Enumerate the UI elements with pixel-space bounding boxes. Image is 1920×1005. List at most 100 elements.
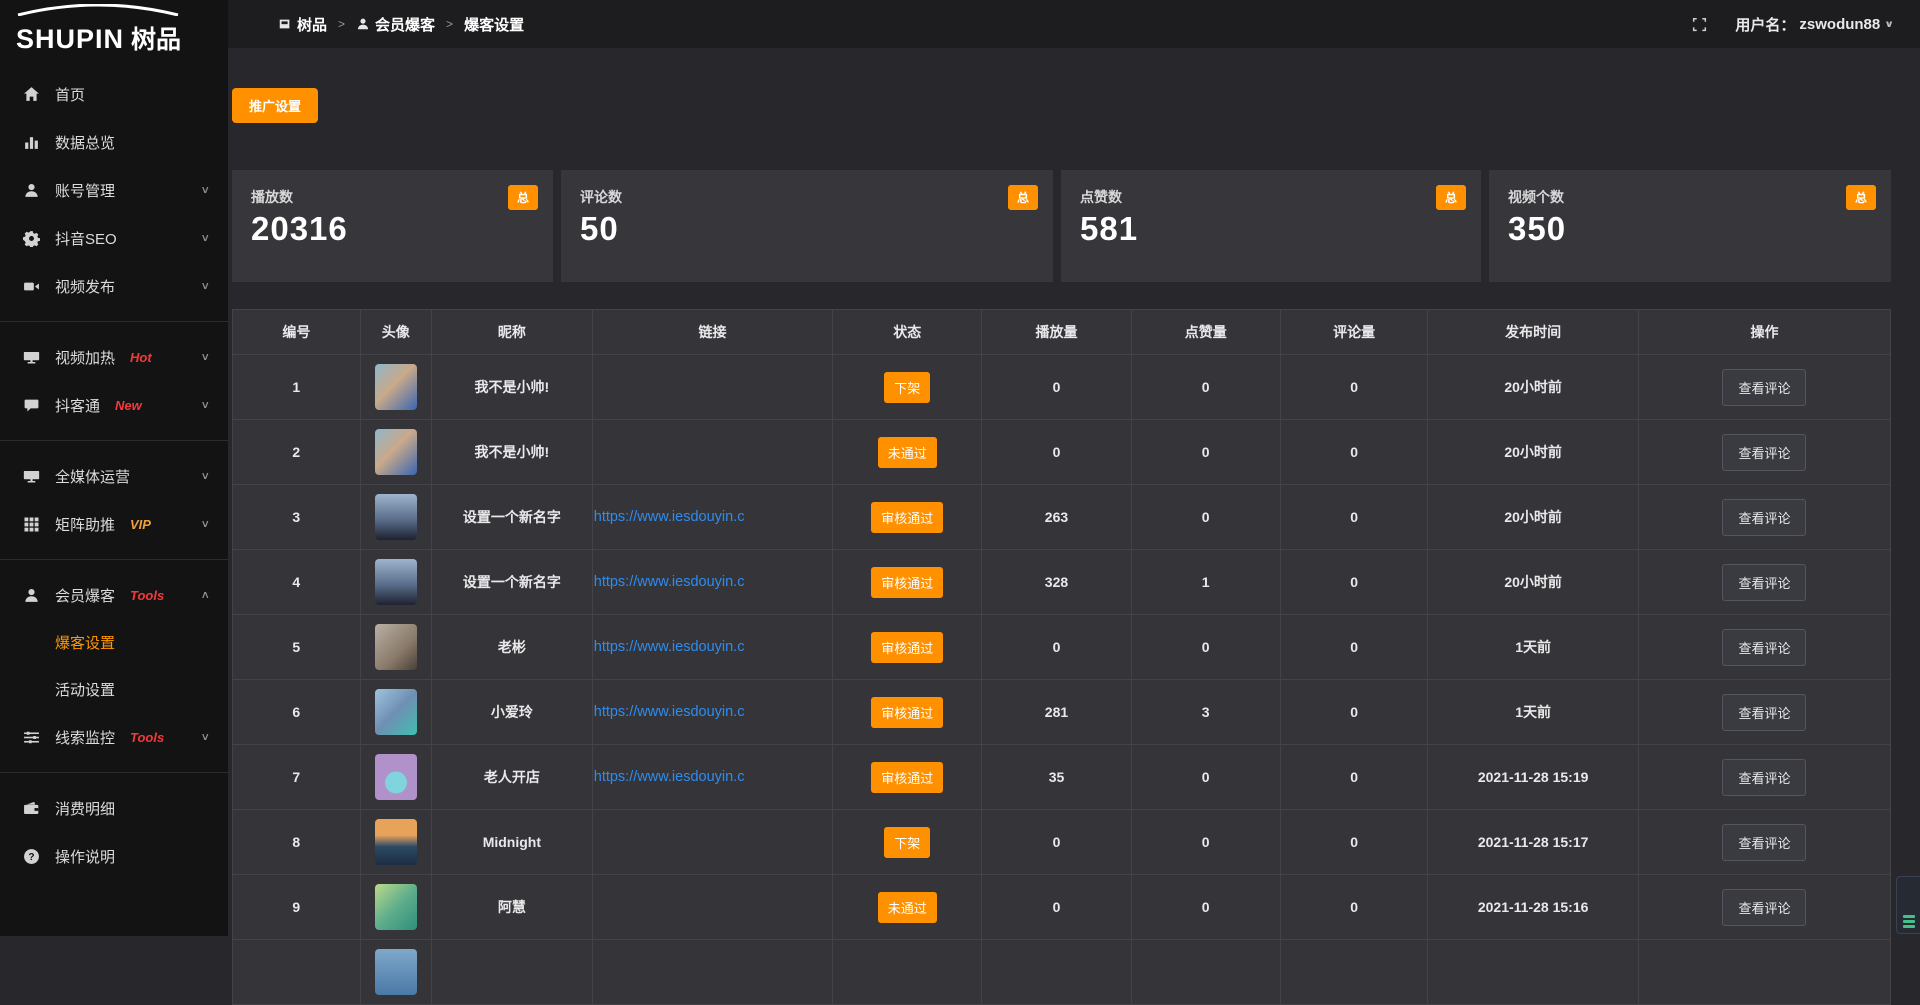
wallet-icon [23, 800, 40, 817]
username-label: 用户名： [1735, 14, 1795, 35]
status-badge[interactable]: 审核通过 [871, 632, 943, 663]
view-comments-button[interactable]: 查看评论 [1722, 629, 1806, 666]
avatar[interactable] [375, 884, 417, 930]
sidebar-item-label: 线索监控 [55, 727, 115, 748]
sidebar-item-help[interactable]: ?操作说明 [0, 832, 228, 880]
table-row: 7老人开店https://www.iesdouyin.c审核通过35002021… [233, 745, 1891, 810]
floating-widget[interactable] [1896, 876, 1920, 934]
avatar[interactable] [375, 624, 417, 670]
stat-value: 20316 [251, 210, 536, 248]
sidebar-subitem-activity-settings[interactable]: 活动设置 [0, 666, 228, 713]
home-icon [23, 86, 40, 103]
topbar: 树品 > 会员爆客 > 爆客设置 用户名： zswodun88 ∨ [228, 0, 1920, 48]
cell-time: 20小时前 [1428, 420, 1639, 485]
table-row: 5老彬https://www.iesdouyin.c审核通过0001天前查看评论 [233, 615, 1891, 680]
monitor-icon [23, 468, 40, 485]
avatar[interactable] [375, 494, 417, 540]
cell-time [1428, 940, 1639, 1005]
sidebar-item-clue-monitor[interactable]: 线索监控Tools∨ [0, 713, 228, 761]
cell-comments: 0 [1280, 680, 1428, 745]
cell-nickname: 设置一个新名字 [431, 550, 592, 615]
status-badge[interactable]: 未通过 [878, 892, 937, 923]
sidebar-subitem-baoke-settings[interactable]: 爆客设置 [0, 619, 228, 666]
breadcrumb-item-shupin[interactable]: 树品 [278, 14, 327, 35]
sidebar-divider [0, 772, 228, 773]
cell-plays: 263 [982, 485, 1131, 550]
view-comments-button[interactable]: 查看评论 [1722, 889, 1806, 926]
status-badge[interactable]: 审核通过 [871, 567, 943, 598]
avatar[interactable] [375, 819, 417, 865]
promo-settings-button[interactable]: 推广设置 [232, 88, 318, 123]
sidebar-menu: 首页数据总览账号管理∨抖音SEO∨视频发布∨ 视频加热Hot∨抖客通New∨ 全媒体… [0, 70, 228, 880]
chevron-down-icon: ∨ [200, 731, 210, 744]
status-badge[interactable]: 未通过 [878, 437, 937, 468]
status-badge[interactable]: 下架 [884, 827, 930, 858]
sidebar-item-matrix-boost[interactable]: 矩阵助推VIP∨ [0, 500, 228, 548]
sidebar-item-media-ops[interactable]: 全媒体运营∨ [0, 452, 228, 500]
cell-link [592, 875, 832, 940]
sidebar-item-douyin-seo[interactable]: 抖音SEO∨ [0, 214, 228, 262]
cell-status: 下架 [833, 810, 982, 875]
cell-avatar [360, 485, 431, 550]
column-header: 评论量 [1280, 310, 1428, 355]
user-menu[interactable]: 用户名： zswodun88 ∨ [1735, 14, 1894, 35]
video-link[interactable]: https://www.iesdouyin.c [594, 574, 831, 590]
sidebar-item-account[interactable]: 账号管理∨ [0, 166, 228, 214]
content: 推广设置 播放数20316总评论数50总点赞数581总视频个数350总 编号头像… [228, 48, 1920, 1005]
sidebar-item-label: 消费明细 [55, 798, 115, 819]
avatar[interactable] [375, 559, 417, 605]
sidebar-item-data-overview[interactable]: 数据总览 [0, 118, 228, 166]
status-badge[interactable]: 审核通过 [871, 762, 943, 793]
sidebar-item-video-heat[interactable]: 视频加热Hot∨ [0, 333, 228, 381]
sidebar-item-home[interactable]: 首页 [0, 70, 228, 118]
sidebar-item-tag: VIP [130, 517, 151, 532]
status-badge[interactable]: 审核通过 [871, 697, 943, 728]
chevron-down-icon: ∨ [200, 518, 210, 531]
view-comments-button[interactable]: 查看评论 [1722, 759, 1806, 796]
stat-label: 点赞数 [1080, 187, 1464, 207]
cell-id: 8 [233, 810, 361, 875]
status-badge[interactable]: 审核通过 [871, 502, 943, 533]
cell-id: 1 [233, 355, 361, 420]
view-comments-button[interactable]: 查看评论 [1722, 369, 1806, 406]
grid-icon [23, 516, 40, 533]
avatar[interactable] [375, 949, 417, 995]
avatar[interactable] [375, 364, 417, 410]
view-comments-button[interactable]: 查看评论 [1722, 824, 1806, 861]
cell-likes: 0 [1131, 355, 1280, 420]
cell-link: https://www.iesdouyin.c [592, 680, 832, 745]
video-link[interactable]: https://www.iesdouyin.c [594, 639, 831, 655]
chevron-down-icon: ∨ [1884, 18, 1894, 29]
view-comments-button[interactable]: 查看评论 [1722, 564, 1806, 601]
video-link[interactable]: https://www.iesdouyin.c [594, 509, 831, 525]
sidebar-item-member-baoke[interactable]: 会员爆客Tools∧ [0, 571, 228, 619]
cell-link [592, 420, 832, 485]
videos-table: 编号头像昵称链接状态播放量点赞量评论量发布时间操作 1我不是小帅!下架00020… [232, 309, 1891, 1005]
avatar[interactable] [375, 754, 417, 800]
column-header: 操作 [1638, 310, 1890, 355]
avatar[interactable] [375, 689, 417, 735]
cell-likes: 0 [1131, 745, 1280, 810]
cell-action: 查看评论 [1638, 550, 1890, 615]
chevron-down-icon: ∨ [200, 399, 210, 412]
breadcrumb-item-member-baoke[interactable]: 会员爆客 [356, 14, 435, 35]
view-comments-button[interactable]: 查看评论 [1722, 694, 1806, 731]
sidebar-item-douketong[interactable]: 抖客通New∨ [0, 381, 228, 429]
sidebar-item-label: 视频加热 [55, 347, 115, 368]
table-row: 3设置一个新名字https://www.iesdouyin.c审核通过26300… [233, 485, 1891, 550]
view-comments-button[interactable]: 查看评论 [1722, 499, 1806, 536]
breadcrumb-item-baoke-settings[interactable]: 爆客设置 [464, 14, 524, 35]
video-link[interactable]: https://www.iesdouyin.c [594, 704, 831, 720]
cell-id: 6 [233, 680, 361, 745]
stat-value: 350 [1508, 210, 1874, 248]
cell-status: 未通过 [833, 875, 982, 940]
fullscreen-icon[interactable] [1692, 17, 1707, 32]
sidebar-item-consume-detail[interactable]: 消费明细 [0, 784, 228, 832]
logo[interactable]: SHUPIN 树品 [0, 0, 228, 60]
video-link[interactable]: https://www.iesdouyin.c [594, 769, 831, 785]
view-comments-button[interactable]: 查看评论 [1722, 434, 1806, 471]
sidebar-item-video-publish[interactable]: 视频发布∨ [0, 262, 228, 310]
stat-total-badge: 总 [1846, 185, 1876, 210]
status-badge[interactable]: 下架 [884, 372, 930, 403]
avatar[interactable] [375, 429, 417, 475]
